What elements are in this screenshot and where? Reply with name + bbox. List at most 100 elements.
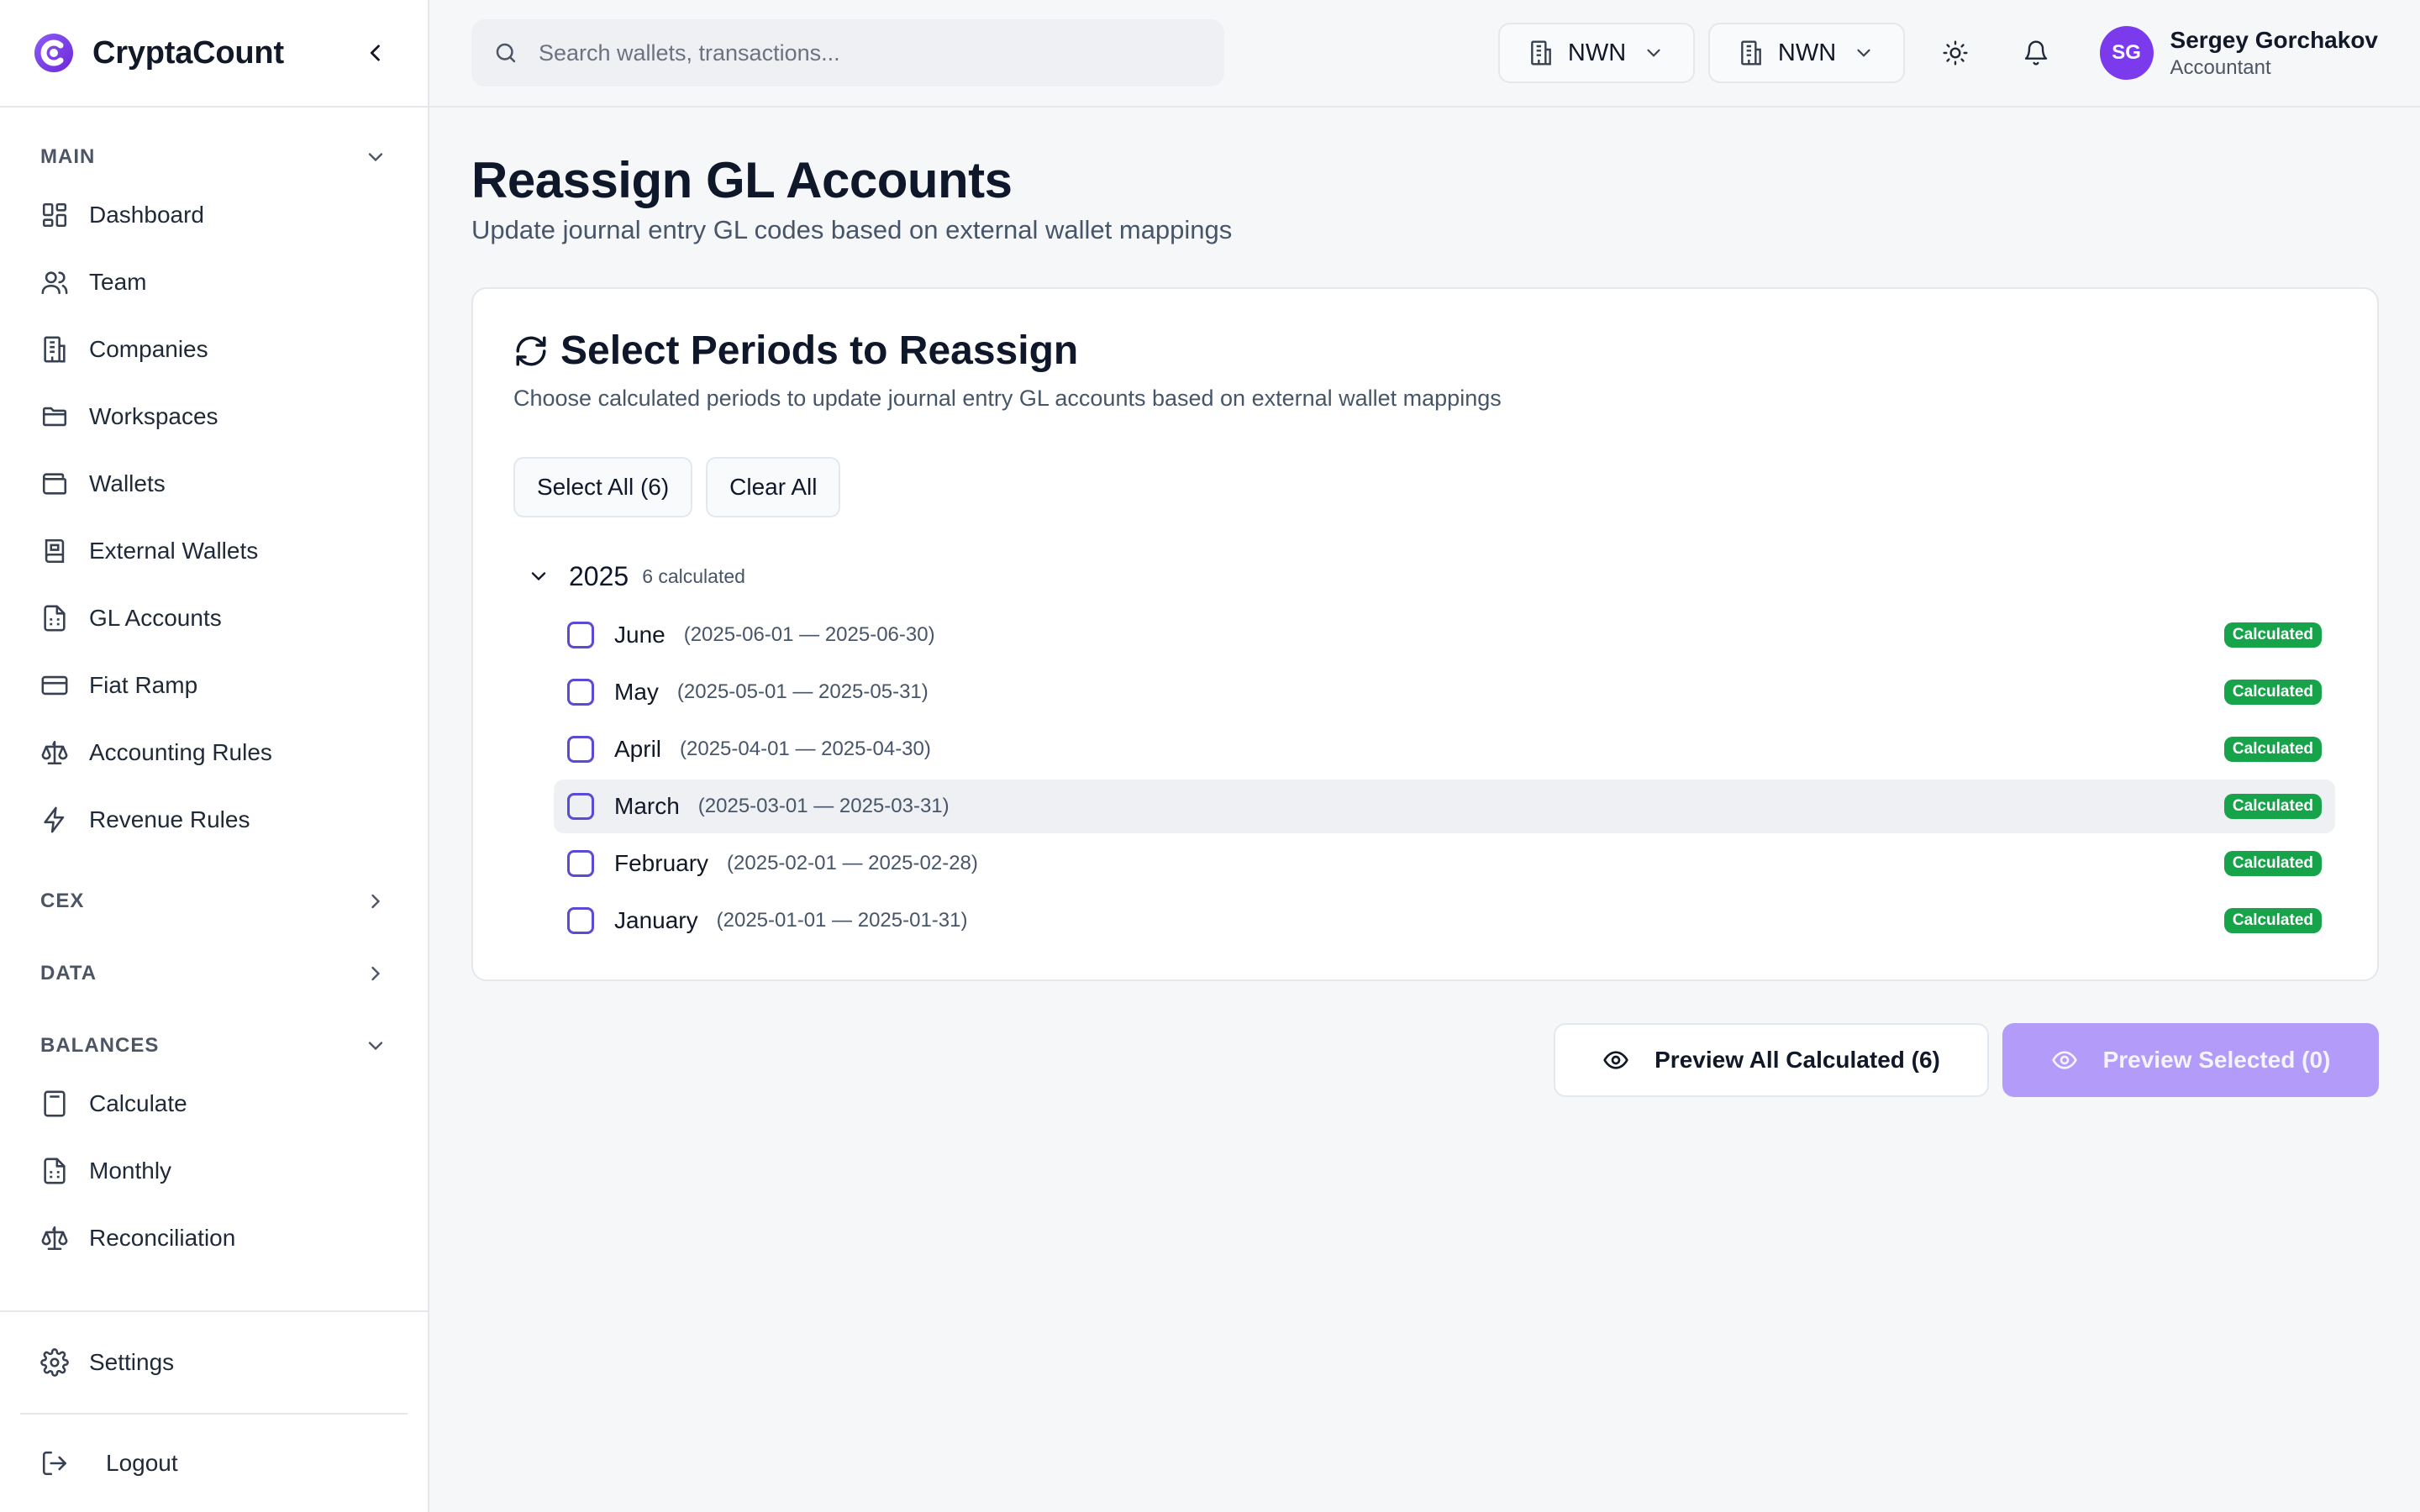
- chevron-right-icon: [371, 966, 381, 981]
- section-main-header[interactable]: MAIN: [0, 133, 428, 181]
- section-data-header[interactable]: DATA: [0, 949, 428, 998]
- section-main-label: MAIN: [40, 145, 96, 168]
- preview-selected-button[interactable]: Preview Selected (0): [2002, 1023, 2379, 1097]
- sidebar-item-calculate[interactable]: Calculate: [0, 1070, 428, 1137]
- period-row-april[interactable]: April (2025-04-01 — 2025-04-30) Calculat…: [554, 722, 2335, 776]
- period-range: (2025-02-01 — 2025-02-28): [727, 852, 978, 874]
- user-role: Accountant: [2170, 56, 2271, 79]
- sidebar-item-label: GL Accounts: [89, 605, 222, 631]
- sidebar-item-monthly[interactable]: Monthly: [0, 1137, 428, 1205]
- period-list: June (2025-06-01 — 2025-06-30) Calculate…: [554, 608, 2335, 948]
- search-box[interactable]: [471, 19, 1224, 87]
- period-range: (2025-03-01 — 2025-03-31): [697, 795, 950, 817]
- sidebar-item-label: Settings: [89, 1349, 175, 1375]
- sidebar-item-fiat-ramp[interactable]: Fiat Ramp: [0, 652, 428, 719]
- sidebar-item-label: Revenue Rules: [89, 806, 250, 832]
- sidebar-item-label: Team: [89, 269, 147, 295]
- notifications-button[interactable]: [2006, 23, 2066, 83]
- status-badge: Calculated: [2223, 851, 2322, 876]
- book-icon: [45, 538, 65, 564]
- eye-icon: [2051, 1051, 2077, 1069]
- sidebar-item-external-wallets[interactable]: External Wallets: [0, 517, 428, 585]
- card-description: Choose calculated periods to update jour…: [513, 386, 1502, 411]
- preview-all-button[interactable]: Preview All Calculated (6): [1554, 1023, 1989, 1097]
- sidebar-footer: Settings Logout: [0, 1310, 428, 1512]
- clear-all-button[interactable]: Clear All: [706, 457, 841, 517]
- theme-toggle-button[interactable]: [1925, 23, 1986, 83]
- sidebar-item-label: Calculate: [89, 1090, 187, 1116]
- sun-icon: [1943, 40, 1968, 66]
- sidebar-item-label: External Wallets: [89, 538, 259, 564]
- period-row-january[interactable]: January (2025-01-01 — 2025-01-31) Calcul…: [554, 894, 2335, 948]
- user-menu[interactable]: SG Sergey Gorchakov Accountant: [2099, 25, 2378, 81]
- sidebar-item-label: Workspaces: [89, 403, 218, 429]
- period-checkbox[interactable]: [567, 679, 594, 706]
- calculator-icon: [44, 1090, 66, 1117]
- period-row-march[interactable]: March (2025-03-01 — 2025-03-31) Calculat…: [554, 780, 2335, 833]
- period-checkbox[interactable]: [567, 736, 594, 763]
- main-content: Reassign GL Accounts Update journal entr…: [471, 108, 2379, 1097]
- period-name: February: [614, 850, 709, 876]
- avatar: SG: [2099, 26, 2154, 80]
- sidebar-item-companies[interactable]: Companies: [0, 316, 428, 383]
- year-group-toggle[interactable]: 2025 6 calculated: [513, 554, 2335, 598]
- file-spreadsheet-icon: [44, 605, 66, 632]
- search-input[interactable]: [538, 39, 1202, 66]
- period-row-june[interactable]: June (2025-06-01 — 2025-06-30) Calculate…: [554, 608, 2335, 662]
- folder-icon: [42, 407, 67, 427]
- section-balances-header[interactable]: BALANCES: [0, 1021, 428, 1070]
- chevron-down-icon: [368, 1042, 383, 1051]
- page-title: Reassign GL Accounts: [471, 152, 1013, 208]
- period-selection-card: Select Periods to Reassign Choose calcul…: [471, 287, 2379, 981]
- period-name: April: [614, 736, 662, 762]
- dashboard-icon: [42, 202, 67, 228]
- section-cex-header[interactable]: CEX: [0, 877, 428, 926]
- company-select-label: NWN: [1777, 39, 1837, 66]
- credit-card-icon: [41, 675, 68, 696]
- sidebar-item-wallets[interactable]: Wallets: [0, 450, 428, 517]
- top-right-controls: NWN NWN SG Sergey Gorchakov Accountant: [1485, 23, 2378, 83]
- building-icon: [1531, 40, 1551, 66]
- sidebar-item-label: Dashboard: [89, 202, 204, 228]
- wallet-icon: [42, 473, 67, 495]
- sidebar-item-label: Companies: [89, 336, 208, 362]
- company-select[interactable]: NWN: [1707, 23, 1905, 83]
- sidebar-item-label: Wallets: [89, 470, 166, 496]
- scale-icon: [41, 1226, 68, 1251]
- building-icon: [44, 336, 66, 363]
- period-name: March: [614, 793, 680, 819]
- period-checkbox[interactable]: [567, 622, 594, 648]
- section-balances-label: BALANCES: [40, 1034, 160, 1057]
- chevron-down-icon: [531, 572, 546, 581]
- status-badge: Calculated: [2223, 680, 2322, 705]
- collapse-sidebar-button[interactable]: [357, 34, 394, 71]
- sidebar-item-accounting-rules[interactable]: Accounting Rules: [0, 719, 428, 786]
- period-checkbox[interactable]: [567, 793, 594, 820]
- period-range: (2025-06-01 — 2025-06-30): [683, 623, 935, 646]
- logout-button[interactable]: Logout: [0, 1415, 428, 1512]
- page-subtitle: Update journal entry GL codes based on e…: [471, 215, 1233, 244]
- card-title-text: Select Periods to Reassign: [560, 328, 1079, 373]
- sidebar-item-team[interactable]: Team: [0, 249, 428, 316]
- zap-icon: [44, 806, 65, 833]
- organization-select-label: NWN: [1567, 39, 1627, 66]
- period-checkbox[interactable]: [567, 907, 594, 934]
- file-spreadsheet-icon: [44, 1158, 66, 1184]
- sidebar-item-reconciliation[interactable]: Reconciliation: [0, 1205, 428, 1272]
- year-label: 2025: [569, 560, 629, 591]
- sidebar-item-revenue-rules[interactable]: Revenue Rules: [0, 786, 428, 853]
- period-row-february[interactable]: February (2025-02-01 — 2025-02-28) Calcu…: [554, 837, 2335, 890]
- preview-actions: Preview All Calculated (6) Preview Selec…: [471, 1023, 2379, 1097]
- select-all-button[interactable]: Select All (6): [513, 457, 693, 517]
- period-range: (2025-01-01 — 2025-01-31): [716, 909, 968, 932]
- organization-select[interactable]: NWN: [1497, 23, 1695, 83]
- sidebar-item-settings[interactable]: Settings: [0, 1312, 428, 1413]
- period-checkbox[interactable]: [567, 850, 594, 877]
- sidebar: CryptaCount MAIN Dashboard Team Companie…: [0, 0, 429, 1512]
- logo-icon: [34, 34, 73, 72]
- sidebar-item-workspaces[interactable]: Workspaces: [0, 383, 428, 450]
- sidebar-item-dashboard[interactable]: Dashboard: [0, 181, 428, 249]
- card-title: Select Periods to Reassign: [513, 328, 2335, 374]
- period-row-may[interactable]: May (2025-05-01 — 2025-05-31) Calculated: [554, 665, 2335, 719]
- sidebar-item-gl-accounts[interactable]: GL Accounts: [0, 585, 428, 652]
